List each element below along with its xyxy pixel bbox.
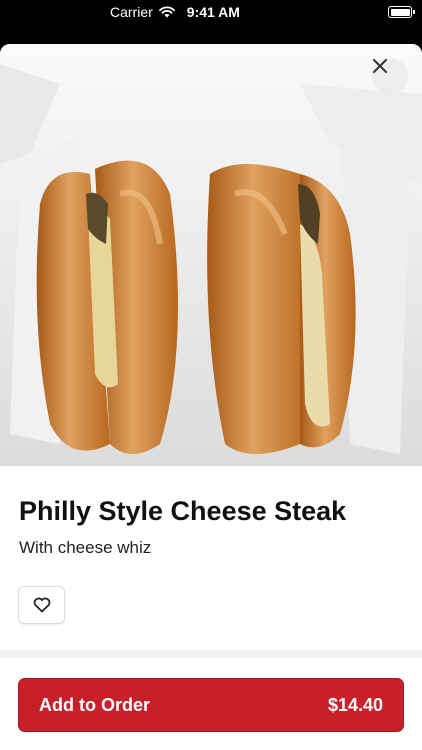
item-detail-sheet: Philly Style Cheese Steak With cheese wh… [0, 44, 422, 750]
carrier-label: Carrier [110, 4, 153, 20]
screen: Carrier 9:41 AM Philly Style Cheese Stea… [0, 0, 422, 750]
favorite-button[interactable] [18, 586, 65, 624]
item-description: With cheese whiz [19, 538, 152, 557]
battery-fill [390, 8, 410, 16]
add-to-order-button[interactable]: Add to Order $14.40 [18, 678, 404, 732]
battery-icon [388, 6, 415, 18]
section-divider [0, 650, 422, 658]
status-time: 9:41 AM [186, 4, 240, 20]
item-title: Philly Style Cheese Steak [19, 496, 347, 526]
close-icon [373, 59, 387, 73]
add-to-order-label: Add to Order [39, 694, 150, 715]
heart-icon [33, 597, 50, 613]
item-image [0, 44, 422, 466]
status-left: Carrier 9:41 AM [110, 4, 240, 20]
wifi-icon [158, 6, 175, 18]
item-price: $14.40 [327, 694, 383, 715]
status-bar: Carrier 9:41 AM [0, 0, 422, 24]
sandwich-illustration [0, 44, 422, 466]
close-button[interactable] [372, 58, 408, 94]
